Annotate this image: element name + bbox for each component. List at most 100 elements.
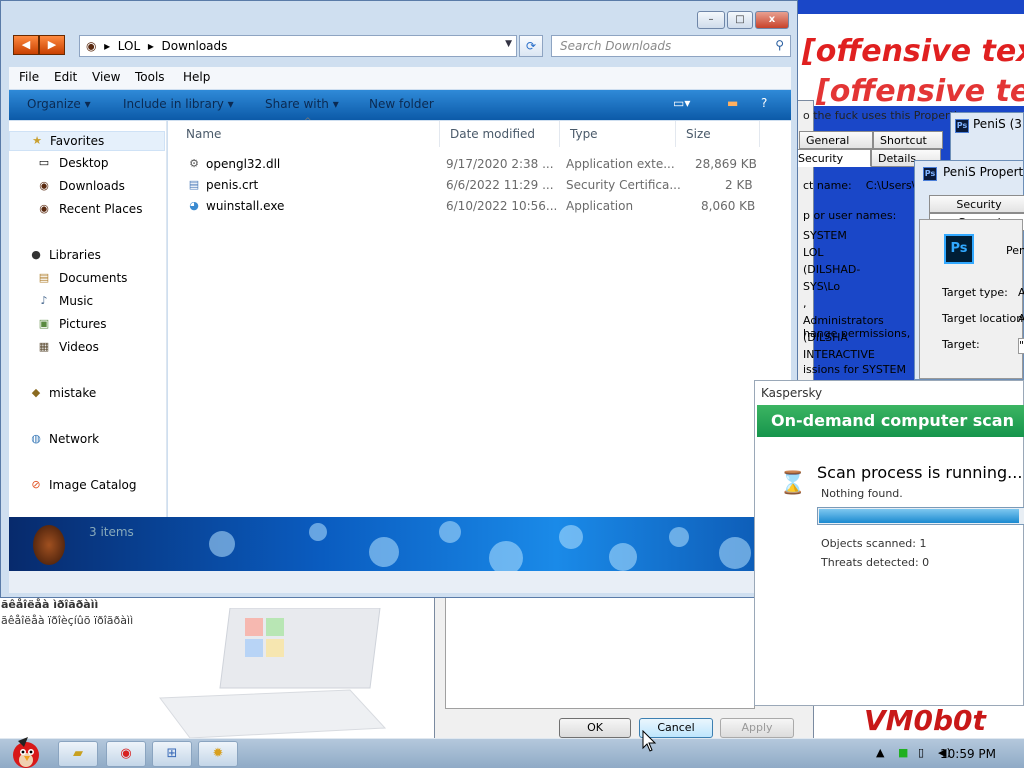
show-hidden-icons-icon[interactable]: ▲ [876, 746, 884, 759]
sidebar-item-label: Videos [59, 340, 99, 354]
menu-help[interactable]: Help [183, 70, 210, 84]
sidebar-item-downloads[interactable]: ◉ Downloads [9, 177, 165, 197]
navigation-pane: ★ Favorites ▭ Desktop ◉ Downloads ◉ Rece… [9, 121, 167, 517]
sidebar-item-mistake[interactable]: ◆ mistake [9, 384, 165, 404]
refresh-icon[interactable]: ⟳ [519, 35, 543, 57]
apply-button[interactable]: Apply [720, 718, 794, 738]
file-date: 9/17/2020 2:38 ... [446, 157, 554, 171]
sidebar-item-label: Libraries [49, 248, 101, 262]
menu-file[interactable]: File [19, 70, 39, 84]
help-icon[interactable]: ? [761, 96, 767, 110]
sidebar-item-desktop[interactable]: ▭ Desktop [9, 154, 165, 174]
column-header-type[interactable]: Type [560, 121, 676, 147]
permissions-for-label: issions for SYSTEM [803, 363, 906, 376]
sidebar-item-music[interactable]: ♪ Music [9, 292, 165, 312]
explorer-taskbar-button[interactable]: ▰ [58, 741, 98, 767]
network-tool-taskbar-button[interactable]: ⊞ [152, 741, 192, 767]
ok-button[interactable]: OK [559, 718, 631, 738]
menu-tools[interactable]: Tools [135, 70, 165, 84]
menu-edit[interactable]: Edit [54, 70, 77, 84]
kaspersky-window[interactable]: Kaspersky On-demand computer scan ⌛ Scan… [754, 380, 1024, 706]
scan-title: On-demand computer scan [771, 411, 1014, 430]
forward-arrow-icon[interactable]: ▶ [39, 35, 65, 55]
tab-security[interactable]: Security [929, 195, 1024, 213]
tab-general[interactable]: General [799, 131, 873, 149]
file-row[interactable]: ⚙ opengl32.dll 9/17/2020 2:38 ... Applic… [168, 154, 788, 175]
close-button[interactable]: x [755, 11, 789, 29]
sidebar-item-libraries[interactable]: ● Libraries [9, 246, 165, 266]
organize-button[interactable]: Organize ▾ [27, 97, 91, 111]
column-header-size[interactable]: Size [676, 121, 760, 147]
clock[interactable]: 10:59 PM [940, 747, 996, 761]
sidebar-item-image-catalog[interactable]: ⊘ Image Catalog [9, 476, 165, 496]
wallpaper-bottom-left: ãêåîëåà ìðîãðàìì ãêåîëåà ïðîèçíûõ ïðîãðà… [0, 598, 434, 738]
sidebar-item-label: Network [49, 432, 100, 446]
decor-bubble [559, 525, 583, 549]
taskbar: ▰ ◉ ⊞ ✹ ▲ ■ ▯ ◀) 10:59 PM [0, 737, 1024, 768]
menu-view[interactable]: View [92, 70, 120, 84]
preview-pane-icon[interactable]: ▬ [727, 96, 738, 110]
shortcut-name: Peni [1006, 244, 1024, 257]
music-icon: ♪ [40, 294, 48, 307]
search-input[interactable]: Search Downloads ⚲ [551, 35, 791, 57]
group-item[interactable]: INTERACTIVE [803, 346, 884, 363]
tab-security[interactable]: Security [791, 149, 871, 167]
target-type-value: A [1018, 286, 1024, 299]
penis-window-2[interactable]: Ps PeniS Properti Security General Ps Pe… [914, 160, 1024, 380]
documents-icon: ▤ [38, 271, 50, 284]
file-size: 28,869 KB [695, 157, 757, 171]
sidebar-item-network[interactable]: ◍ Network [9, 430, 165, 450]
sidebar-item-favorites[interactable]: ★ Favorites [9, 131, 165, 151]
group-item[interactable]: SYSTEM [803, 227, 884, 244]
address-bar[interactable]: ◉ ▸ LOL ▸ Downloads ▼ [79, 35, 517, 57]
network-tray-icon[interactable]: ▯ [918, 746, 924, 759]
share-with-button[interactable]: Share with ▾ [265, 97, 339, 111]
column-header-date[interactable]: Date modified [440, 121, 560, 147]
videos-icon: ▦ [38, 340, 50, 353]
folder-thumbnail-icon [33, 525, 65, 565]
objects-scanned: Objects scanned: 1 [821, 537, 927, 550]
back-arrow-icon[interactable]: ◀ [13, 35, 39, 55]
kaspersky-tray-icon[interactable]: ■ [898, 746, 908, 759]
sidebar-item-recent-places[interactable]: ◉ Recent Places [9, 200, 165, 220]
group-names-label: p or user names: [803, 209, 897, 222]
start-button-angry-bird-icon[interactable] [4, 733, 46, 768]
wallpaper-text-2: ãêåîëåà ïðîèçíûõ ïðîãðàìì [1, 614, 134, 627]
settings-taskbar-button[interactable]: ✹ [198, 741, 238, 767]
decor-bubble [209, 531, 235, 557]
star-icon: ★ [32, 134, 42, 147]
maximize-button[interactable]: □ [727, 11, 753, 29]
file-row[interactable]: ◕ wuinstall.exe 6/10/2022 10:56... Appli… [168, 196, 788, 217]
breadcrumb-item[interactable]: LOL [118, 39, 140, 53]
search-icon[interactable]: ⚲ [775, 38, 784, 52]
target-field[interactable]: " [1018, 338, 1024, 354]
explorer-window: – □ x ◀ ▶ ◉ ▸ LOL ▸ Downloads ▼ ⟳ Search… [0, 0, 798, 598]
permissions-list[interactable] [445, 597, 755, 709]
sort-arrow-icon: ^ [304, 117, 312, 127]
target-location-label: Target location: [942, 312, 1024, 325]
image-catalog-icon: ⊘ [31, 478, 41, 491]
view-options-icon[interactable]: ▭▾ [673, 96, 690, 110]
include-in-library-button[interactable]: Include in library ▾ [123, 97, 234, 111]
sidebar-item-videos[interactable]: ▦ Videos [9, 338, 165, 358]
group-item[interactable]: LOL (DILSHAD-SYS\Lo [803, 244, 884, 295]
sidebar-item-pictures[interactable]: ▣ Pictures [9, 315, 165, 335]
chrome-taskbar-button[interactable]: ◉ [106, 741, 146, 767]
file-type: Application exte... [566, 157, 675, 171]
photoshop-icon: Ps [944, 234, 974, 264]
chevron-down-icon[interactable]: ▼ [505, 39, 512, 49]
decor-bubble [439, 521, 461, 543]
sidebar-item-label: Music [59, 294, 94, 308]
new-folder-button[interactable]: New folder [369, 97, 434, 111]
sidebar-item-documents[interactable]: ▤ Documents [9, 269, 165, 289]
minimize-button[interactable]: – [697, 11, 725, 29]
command-bar: Organize ▾ Include in library ▾ Share wi… [9, 90, 791, 120]
tab-shortcut[interactable]: Shortcut [873, 131, 943, 149]
photoshop-icon: Ps [955, 119, 969, 133]
file-type: Security Certifica... [566, 178, 681, 192]
file-row[interactable]: ▤ penis.crt 6/6/2022 11:29 ... Security … [168, 175, 788, 196]
breadcrumb-item[interactable]: Downloads [162, 39, 228, 53]
group-list[interactable]: SYSTEM LOL (DILSHAD-SYS\Lo , Administrat… [803, 227, 884, 363]
desktop-icon: ▭ [38, 156, 50, 169]
file-name: penis.crt [206, 178, 259, 192]
